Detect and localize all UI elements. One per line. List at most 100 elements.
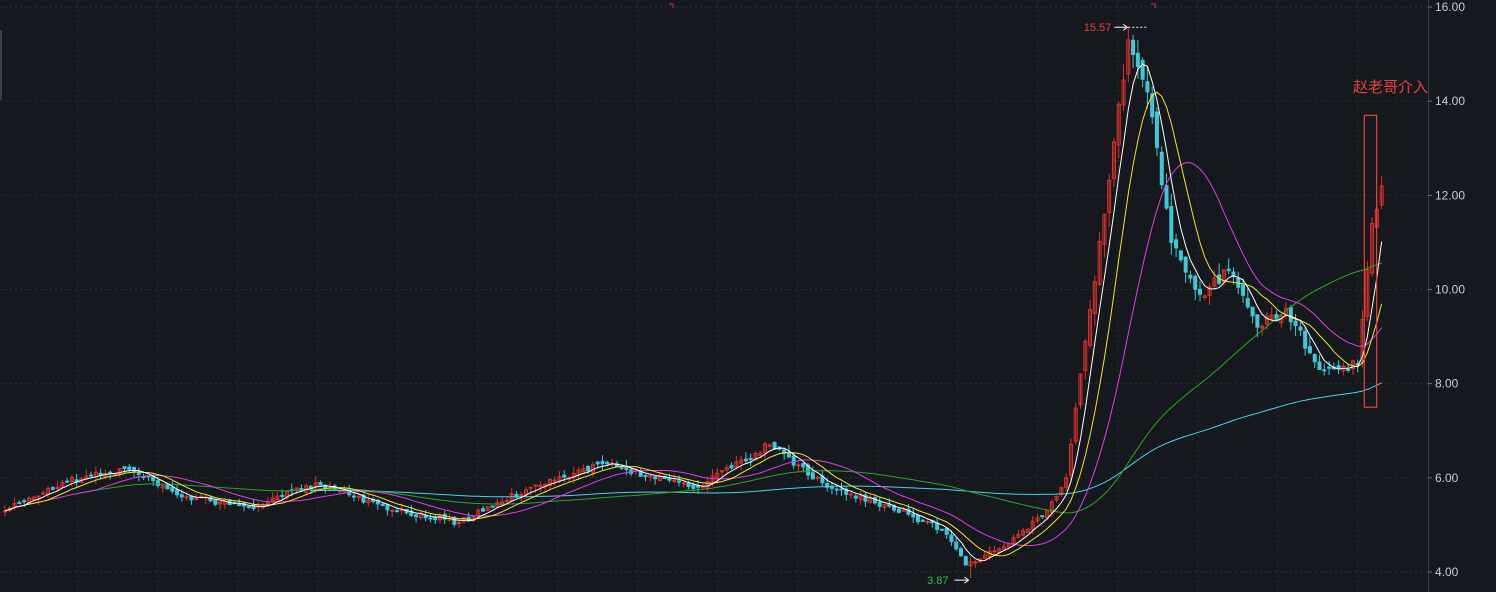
candle-down	[136, 472, 141, 475]
stock-chart[interactable]: 4.00 6.00 8.00 10.00 12.00 14.00 16.00 15.57 3.8…	[0, 0, 1496, 592]
candle-down	[887, 504, 892, 507]
candle-down	[127, 466, 132, 470]
candle-down	[829, 486, 834, 489]
candle-down	[963, 556, 968, 566]
candle-down	[122, 466, 127, 469]
candle-down	[1174, 239, 1179, 249]
candle-up	[356, 495, 361, 498]
candle-down	[939, 528, 944, 531]
chart-svg[interactable]: 4.00 6.00 8.00 10.00 12.00 14.00 16.00 15.57 3.8…	[0, 0, 1496, 592]
candle-down	[619, 466, 624, 469]
candle-down	[834, 488, 839, 491]
left-edge-marker	[0, 30, 2, 100]
candle-down	[691, 484, 696, 489]
candle-down	[839, 488, 844, 491]
candle-down	[394, 510, 399, 513]
candle-down	[944, 527, 949, 535]
y-tick-label: 6.00	[1435, 471, 1459, 485]
candle-down	[246, 505, 251, 508]
candle-down	[1131, 39, 1136, 56]
candle-down	[1327, 366, 1332, 369]
candle-down	[414, 514, 419, 518]
candle-down	[915, 514, 920, 523]
annotation-label: 赵老哥介入	[1353, 78, 1428, 96]
candle-down	[1317, 361, 1322, 371]
candle-down	[686, 482, 691, 487]
candle-down	[1250, 306, 1255, 317]
candle-down	[1040, 515, 1045, 518]
candle-down	[132, 466, 137, 473]
candle-up	[552, 479, 557, 482]
candle-up	[528, 486, 533, 489]
candle-down	[877, 502, 882, 507]
candle-down	[667, 477, 672, 481]
candle-up	[390, 509, 395, 512]
candle-down	[676, 480, 681, 483]
candle-down	[920, 519, 925, 522]
candle-up	[504, 500, 509, 503]
candle-up	[681, 482, 686, 485]
candle-down	[1154, 111, 1159, 148]
candle-down	[562, 474, 567, 478]
candle-down	[896, 509, 901, 513]
candle-down	[385, 504, 390, 511]
candle-down	[50, 487, 55, 490]
candle-down	[108, 471, 113, 474]
candle-down	[213, 499, 218, 505]
y-tick-label: 10.00	[1435, 283, 1465, 297]
candle-up	[519, 494, 524, 497]
candle-down	[743, 458, 748, 462]
candle-down	[155, 480, 160, 487]
candle-down	[1307, 346, 1312, 354]
candle-down	[791, 455, 796, 466]
candle-down	[433, 517, 438, 521]
candle-down	[490, 505, 495, 508]
candle-up	[184, 496, 189, 499]
candle-up	[342, 490, 347, 493]
candle-up	[992, 550, 997, 553]
candle-down	[1183, 256, 1188, 273]
candle-down	[595, 461, 600, 465]
candle-down	[151, 476, 156, 482]
candle-down	[1255, 314, 1260, 328]
candle-down	[1226, 268, 1231, 272]
candle-down	[729, 465, 734, 469]
candle-down	[1298, 326, 1303, 331]
candle-down	[949, 534, 954, 543]
candle-up	[538, 484, 543, 487]
candle-up	[925, 520, 930, 523]
candle-down	[772, 441, 777, 450]
y-tick-label: 8.00	[1435, 377, 1459, 391]
candle-down	[1288, 307, 1293, 323]
candle-down	[1140, 60, 1145, 80]
y-tick-label: 14.00	[1435, 94, 1465, 108]
candle-down	[1346, 368, 1351, 371]
candle-down	[1164, 185, 1169, 209]
candle-down	[1241, 284, 1246, 296]
candle-down	[175, 489, 180, 496]
y-tick-label: 12.00	[1435, 188, 1465, 202]
candle-down	[351, 495, 356, 498]
candle-down	[481, 508, 485, 512]
candle-down	[89, 474, 94, 477]
candle-down	[1169, 206, 1174, 243]
candle-down	[1198, 288, 1202, 295]
candle-down	[179, 494, 184, 498]
candle-down	[810, 472, 815, 480]
candle-down	[1145, 81, 1150, 93]
candle-down	[853, 495, 858, 499]
candle-down	[954, 541, 959, 550]
candle-down	[428, 517, 433, 520]
candle-down	[624, 466, 629, 470]
candle-down	[653, 476, 658, 480]
y-tick-label: 4.00	[1435, 565, 1459, 579]
candle-down	[1178, 250, 1183, 261]
candle-down	[165, 483, 170, 490]
candle-up	[849, 493, 854, 496]
candle-down	[380, 503, 385, 506]
candle-down	[748, 457, 753, 460]
candle-up	[672, 479, 677, 482]
candle-down	[318, 482, 323, 486]
candle-down	[237, 503, 242, 507]
high-marker-label: 15.57	[1084, 22, 1112, 34]
